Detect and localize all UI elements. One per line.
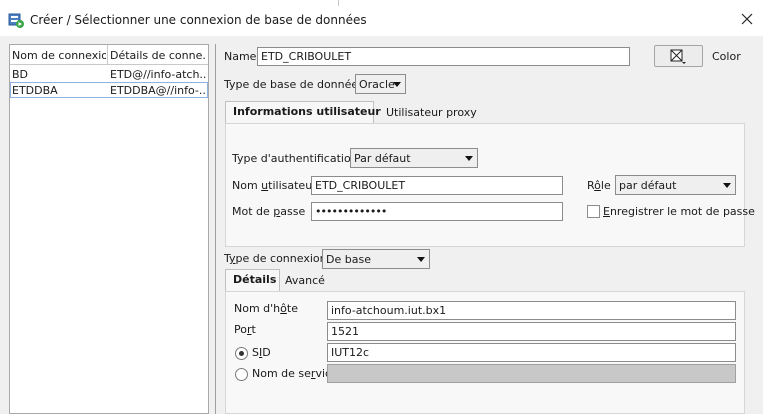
tab-proxy-user[interactable]: Utilisateur proxy bbox=[379, 103, 484, 125]
connection-list[interactable]: Nom de connexion Détails de conne... BD … bbox=[9, 44, 209, 414]
split-pane-divider[interactable] bbox=[215, 44, 216, 414]
role-value: par défaut bbox=[619, 179, 677, 192]
save-password-checkbox[interactable] bbox=[587, 205, 600, 218]
role-label: Rôle bbox=[587, 179, 611, 192]
connection-list-header: Nom de connexion Détails de conne... bbox=[10, 45, 208, 65]
tab-user-info[interactable]: Informations utilisateur bbox=[225, 101, 381, 123]
service-name-label[interactable]: Nom de service bbox=[252, 367, 338, 380]
chevron-down-icon bbox=[393, 82, 401, 87]
password-label: Mot de passe bbox=[232, 205, 306, 218]
auth-type-label: Type d'authentification bbox=[232, 152, 358, 165]
connection-details: ETDDBA@//info-... bbox=[110, 84, 206, 97]
role-select[interactable]: par défaut bbox=[615, 175, 736, 195]
column-header-name[interactable]: Nom de connexion bbox=[12, 49, 106, 62]
db-type-select[interactable]: Oracle bbox=[355, 74, 406, 94]
database-connection-icon bbox=[8, 13, 24, 28]
connection-name: ETDDBA bbox=[12, 84, 58, 97]
service-name-field bbox=[327, 364, 736, 383]
port-label: Port bbox=[234, 323, 256, 336]
auth-type-value: Par défaut bbox=[354, 152, 411, 165]
column-header-details[interactable]: Détails de conne... bbox=[110, 49, 206, 62]
connection-details: ETD@//info-atch... bbox=[110, 68, 206, 81]
auth-type-select[interactable]: Par défaut bbox=[350, 148, 478, 168]
chevron-down-icon bbox=[417, 257, 425, 262]
connection-type-label: Type de connexion bbox=[224, 252, 327, 265]
color-label: Color bbox=[712, 50, 741, 63]
connection-name: BD bbox=[12, 68, 29, 81]
db-type-value: Oracle bbox=[359, 78, 395, 91]
connection-type-value: De base bbox=[326, 253, 371, 266]
tab-advanced[interactable]: Avancé bbox=[278, 271, 332, 293]
window-title: Créer / Sélectionner une connexion de ba… bbox=[30, 13, 367, 27]
username-field[interactable]: ETD_CRIBOULET bbox=[311, 176, 563, 195]
save-password-label[interactable]: Enregistrer le mot de passe bbox=[603, 205, 755, 218]
connection-type-select[interactable]: De base bbox=[322, 249, 430, 269]
connection-row-etddba[interactable]: ETDDBA ETDDBA@//info-... bbox=[10, 82, 208, 98]
close-icon[interactable] bbox=[736, 9, 758, 31]
host-field[interactable]: info-atchoum.iut.bx1 bbox=[327, 301, 736, 320]
host-label: Nom d'hôte bbox=[234, 302, 298, 315]
chevron-down-icon bbox=[465, 156, 473, 161]
title-bar: Créer / Sélectionner une connexion de ba… bbox=[0, 6, 763, 36]
chevron-down-icon bbox=[723, 183, 731, 188]
sid-label[interactable]: SID bbox=[252, 346, 271, 359]
name-label: Name bbox=[224, 50, 257, 63]
sid-field[interactable]: IUT12c bbox=[327, 343, 736, 362]
password-field[interactable]: ••••••••••••• bbox=[311, 202, 563, 221]
tab-details[interactable]: Détails bbox=[225, 269, 280, 291]
sid-radio[interactable] bbox=[235, 347, 248, 360]
name-field[interactable]: ETD_CRIBOULET bbox=[257, 47, 630, 66]
color-picker-icon bbox=[670, 49, 686, 64]
db-type-label: Type de base de données bbox=[224, 78, 364, 91]
connection-row-bd[interactable]: BD ETD@//info-atch... bbox=[10, 66, 208, 82]
color-picker-button[interactable] bbox=[654, 45, 703, 67]
username-label: Nom utilisateur bbox=[232, 179, 317, 192]
port-field[interactable]: 1521 bbox=[327, 322, 736, 341]
service-name-radio[interactable] bbox=[235, 368, 248, 381]
